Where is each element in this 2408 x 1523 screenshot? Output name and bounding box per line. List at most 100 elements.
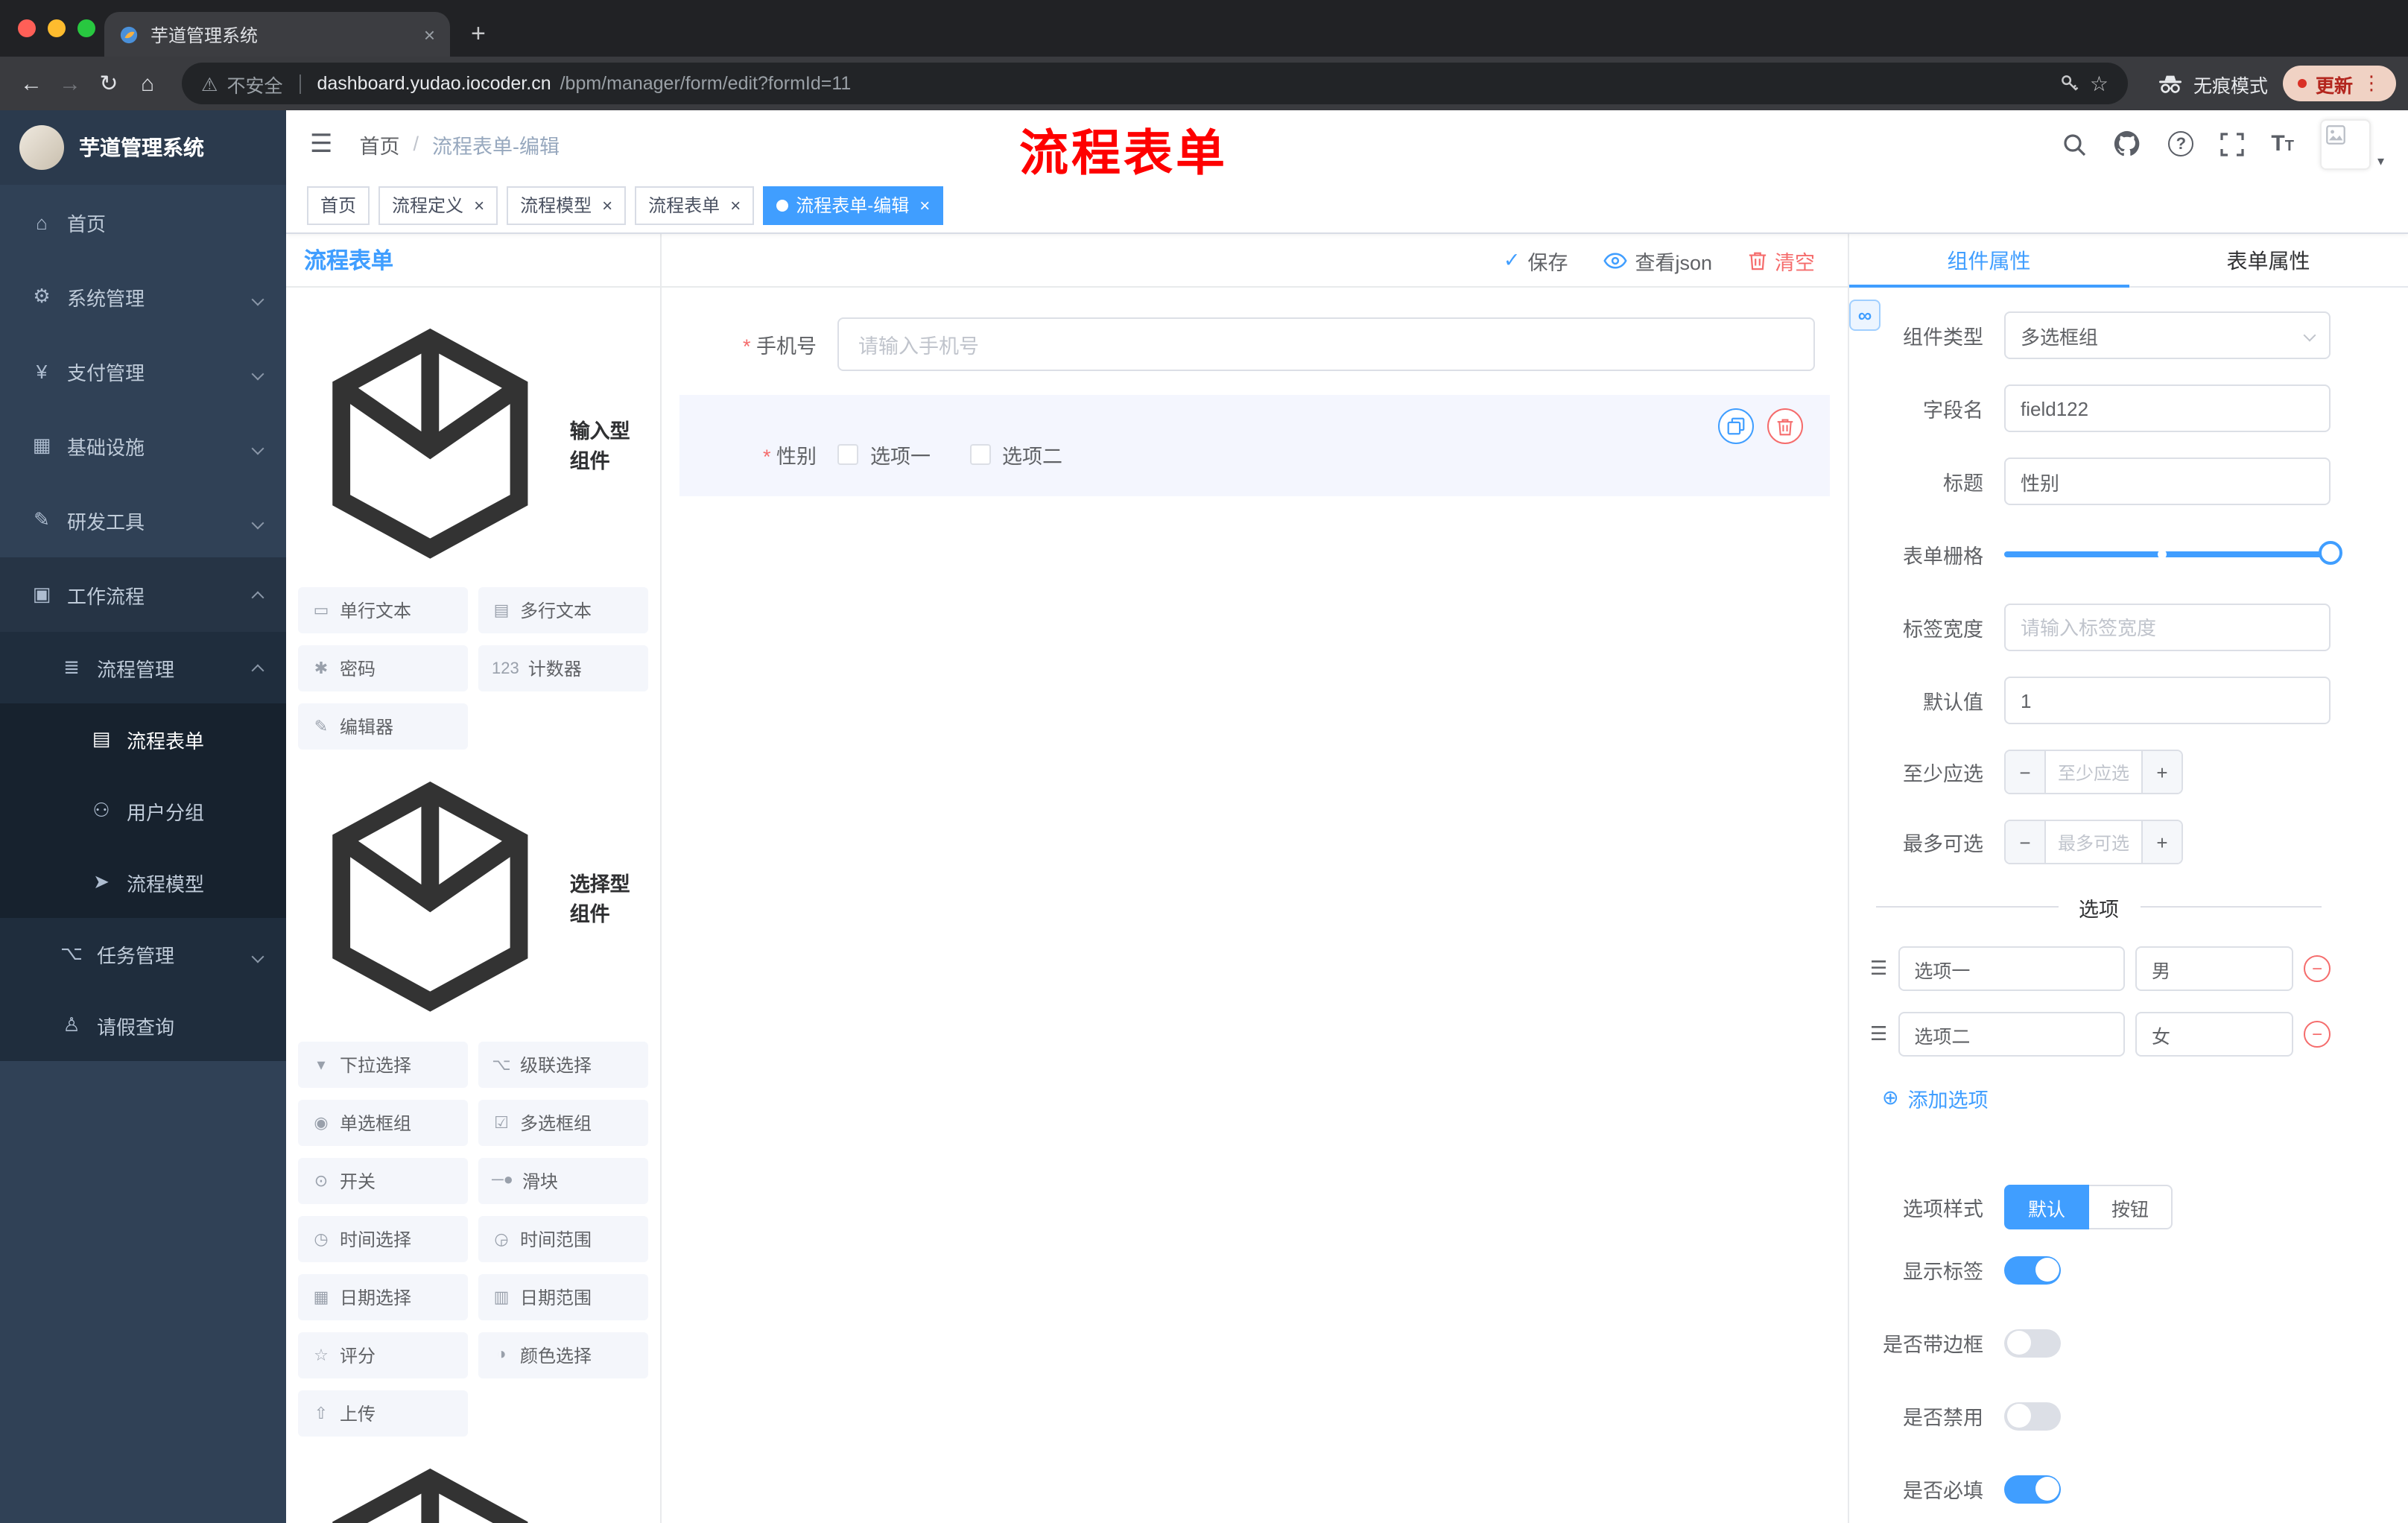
add-option-button[interactable]: ⊕ 添加选项 xyxy=(1882,1083,2331,1113)
save-button[interactable]: ✓ 保存 xyxy=(1504,245,1568,275)
option-label-input[interactable] xyxy=(1898,946,2125,991)
sidebar-item-process-form[interactable]: ▤ 流程表单 xyxy=(0,703,286,775)
avatar-caret-icon[interactable]: ▾ xyxy=(2377,153,2384,170)
view-json-button[interactable]: 查看json xyxy=(1603,245,1712,275)
decrease-button[interactable]: − xyxy=(2006,751,2046,793)
tab-form-props[interactable]: 表单属性 xyxy=(2129,234,2408,286)
window-close-button[interactable] xyxy=(18,19,36,37)
border-switch[interactable] xyxy=(2004,1329,2061,1357)
chip-time-range[interactable]: ◶ 时间范围 xyxy=(478,1215,648,1262)
components-scroll[interactable]: 输入型组件 ▭ 单行文本 ▤ 多行文本 ✱ 密码 123 计数器 ✎ 编辑器 选… xyxy=(286,288,660,1523)
phone-input[interactable]: 请输入手机号 xyxy=(837,317,1815,371)
tag-process-form-edit[interactable]: 流程表单-编辑 × xyxy=(763,186,944,224)
form-grid-slider[interactable] xyxy=(2004,531,2342,578)
tag-process-definition[interactable]: 流程定义 × xyxy=(378,186,498,224)
chip-date-range[interactable]: ▥ 日期范围 xyxy=(478,1273,648,1320)
sidebar-item-user-group[interactable]: ⚇ 用户分组 xyxy=(0,775,286,846)
slider-handle[interactable] xyxy=(2319,541,2342,565)
increase-button[interactable]: + xyxy=(2141,751,2182,793)
drag-handle-icon[interactable]: ☰ xyxy=(1870,1022,1887,1046)
option-value-input[interactable] xyxy=(2135,946,2293,991)
title-input[interactable] xyxy=(2004,457,2331,505)
help-icon[interactable]: ? xyxy=(2168,131,2194,156)
tag-home[interactable]: 首页 xyxy=(307,186,370,224)
avatar[interactable] xyxy=(2320,118,2371,169)
field-name-input[interactable] xyxy=(2004,384,2331,432)
default-value-input[interactable] xyxy=(2004,677,2331,724)
tab-component-props[interactable]: 组件属性 xyxy=(1849,234,2129,288)
back-button[interactable]: ← xyxy=(12,71,51,96)
drag-handle-icon[interactable]: ☰ xyxy=(1870,957,1887,981)
show-label-switch[interactable] xyxy=(2004,1256,2061,1284)
chip-editor[interactable]: ✎ 编辑器 xyxy=(298,703,468,750)
max-select-value[interactable]: 最多可选 xyxy=(2046,821,2141,863)
close-icon[interactable]: × xyxy=(474,194,484,215)
sidebar-item-dev-tools[interactable]: ✎ 研发工具 xyxy=(0,483,286,557)
decrease-button[interactable]: − xyxy=(2006,821,2046,863)
option-label-input[interactable] xyxy=(1898,1012,2125,1057)
chip-time-picker[interactable]: ◷ 时间选择 xyxy=(298,1215,468,1262)
phone-field-row[interactable]: 手机号 请输入手机号 xyxy=(679,308,1830,380)
sidebar-item-system[interactable]: ⚙ 系统管理 xyxy=(0,259,286,334)
sidebar-item-home[interactable]: ⌂ 首页 xyxy=(0,185,286,259)
delete-button[interactable] xyxy=(1767,408,1803,444)
required-switch[interactable] xyxy=(2004,1475,2061,1503)
reload-button[interactable]: ↻ xyxy=(89,70,128,97)
chip-rate[interactable]: ☆ 评分 xyxy=(298,1332,468,1378)
browser-tab[interactable]: 芋道管理系统 × xyxy=(104,12,450,57)
disabled-switch[interactable] xyxy=(2004,1402,2061,1430)
browser-home-button[interactable]: ⌂ xyxy=(128,71,167,96)
tab-close-icon[interactable]: × xyxy=(424,23,435,45)
chip-select[interactable]: ▾ 下拉选择 xyxy=(298,1041,468,1088)
sidebar-item-payment[interactable]: ¥ 支付管理 xyxy=(0,334,286,408)
chip-checkbox-group[interactable]: ☑ 多选框组 xyxy=(478,1099,648,1146)
remove-option-button[interactable]: − xyxy=(2304,955,2331,982)
window-zoom-button[interactable] xyxy=(77,19,95,37)
close-icon[interactable]: × xyxy=(919,194,930,215)
sidebar-item-infrastructure[interactable]: ▦ 基础设施 xyxy=(0,408,286,483)
chip-single-line-text[interactable]: ▭ 单行文本 xyxy=(298,587,468,634)
breadcrumb-home[interactable]: 首页 xyxy=(360,129,400,159)
style-button-button[interactable]: 按钮 xyxy=(2089,1185,2173,1229)
close-icon[interactable]: × xyxy=(730,194,741,215)
close-icon[interactable]: × xyxy=(602,194,612,215)
search-icon[interactable] xyxy=(2062,132,2086,156)
bookmark-star-icon[interactable]: ☆ xyxy=(2090,71,2108,96)
checkbox-option-1[interactable]: 选项一 xyxy=(837,440,931,469)
remove-option-button[interactable]: − xyxy=(2304,1021,2331,1048)
chip-textarea[interactable]: ▤ 多行文本 xyxy=(478,587,648,634)
tag-process-form[interactable]: 流程表单 × xyxy=(635,186,755,224)
label-width-input[interactable] xyxy=(2004,604,2331,651)
chip-counter[interactable]: 123 计数器 xyxy=(478,645,648,692)
forward-button[interactable]: → xyxy=(51,71,89,96)
checkbox-option-2[interactable]: 选项二 xyxy=(969,440,1062,469)
canvas-body[interactable]: 手机号 请输入手机号 xyxy=(662,288,1848,1523)
sidebar-item-task-management[interactable]: ⌥ 任务管理 xyxy=(0,918,286,990)
min-select-value[interactable]: 至少应选 xyxy=(2046,751,2141,793)
link-icon[interactable]: ∞ xyxy=(1849,300,1881,331)
increase-button[interactable]: + xyxy=(2141,821,2182,863)
chip-radio-group[interactable]: ◉ 单选框组 xyxy=(298,1099,468,1146)
sidebar-item-process-model[interactable]: ➤ 流程模型 xyxy=(0,846,286,918)
chip-password[interactable]: ✱ 密码 xyxy=(298,645,468,692)
style-default-button[interactable]: 默认 xyxy=(2004,1185,2090,1229)
sidebar-item-leave-query[interactable]: ♙ 请假查询 xyxy=(0,990,286,1061)
tag-process-model[interactable]: 流程模型 × xyxy=(507,186,627,224)
fullscreen-icon[interactable] xyxy=(2220,132,2244,156)
sidebar-item-workflow[interactable]: ▣ 工作流程 xyxy=(0,557,286,632)
option-value-input[interactable] xyxy=(2135,1012,2293,1057)
chip-color-picker[interactable]: ◑ 颜色选择 xyxy=(478,1332,648,1378)
key-icon[interactable] xyxy=(2060,73,2081,94)
gender-field-row-selected[interactable]: 性别 选项一 选项二 xyxy=(679,395,1830,496)
clear-button[interactable]: 清空 xyxy=(1748,245,1815,275)
component-type-select[interactable]: 多选框组 xyxy=(2004,311,2331,359)
browser-menu-icon[interactable]: ⋮ xyxy=(2362,72,2381,95)
new-tab-button[interactable]: + xyxy=(471,21,486,46)
chip-cascader[interactable]: ⌥ 级联选择 xyxy=(478,1041,648,1088)
sidebar-collapse-button[interactable]: ☰ xyxy=(310,129,333,159)
github-icon[interactable] xyxy=(2113,130,2141,158)
properties-body[interactable]: 组件类型 多选框组 字段名 标题 xyxy=(1849,288,2408,1523)
font-size-icon[interactable]: TT xyxy=(2271,131,2294,156)
window-minimize-button[interactable] xyxy=(48,19,66,37)
slider-track[interactable] xyxy=(2004,541,2342,565)
